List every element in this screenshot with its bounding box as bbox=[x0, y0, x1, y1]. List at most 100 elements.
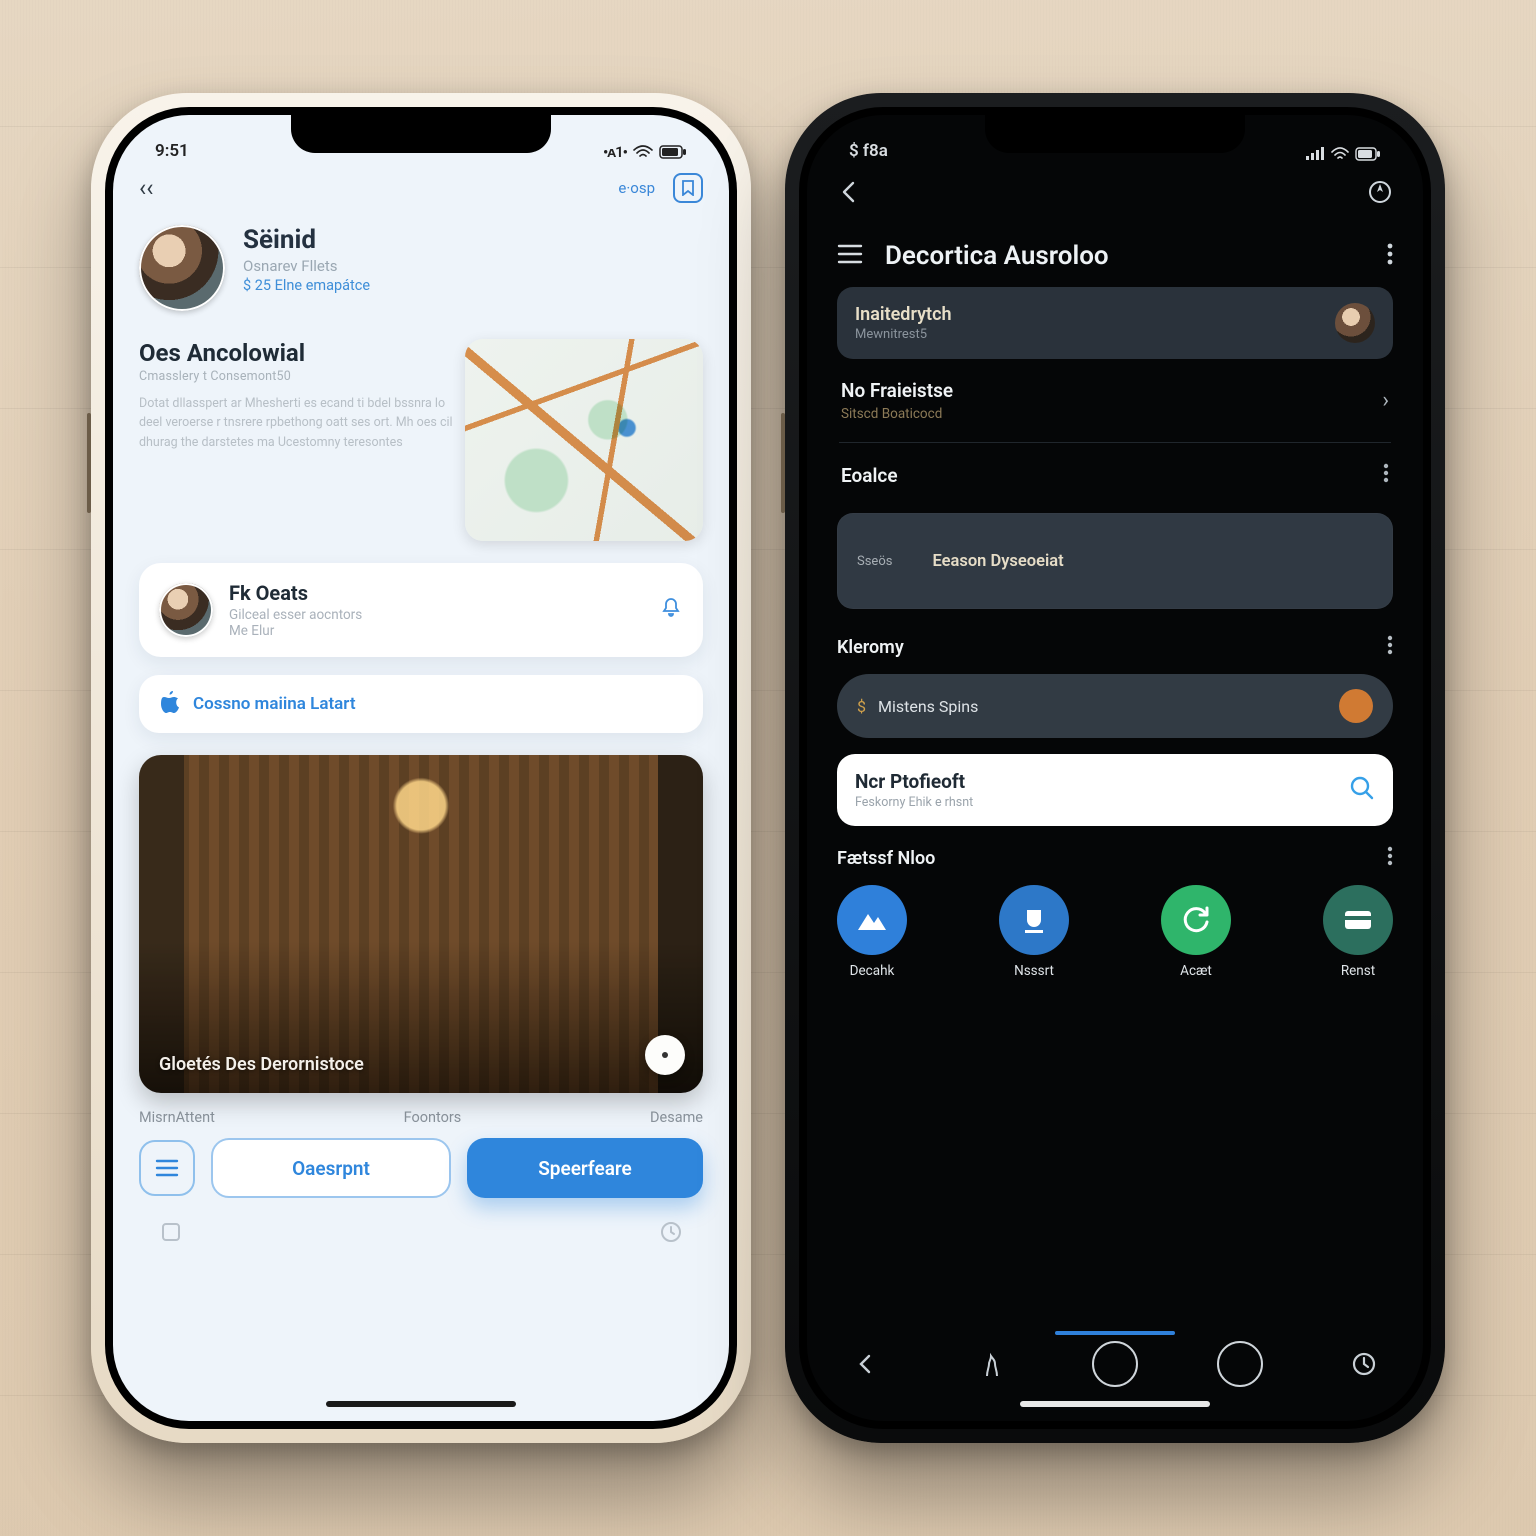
tab-circle[interactable] bbox=[1217, 1341, 1263, 1387]
signal-icon bbox=[1305, 147, 1325, 161]
quick-actions: Decahk Nsssrt Acæt bbox=[837, 885, 1393, 979]
quick-action-label: Acæt bbox=[1180, 963, 1212, 979]
top-link[interactable]: e·osp bbox=[618, 179, 655, 197]
bookmark-icon[interactable] bbox=[673, 173, 703, 203]
phone-dark: $ f8a bbox=[785, 93, 1445, 1443]
mountain-icon bbox=[837, 885, 907, 955]
secondary-button[interactable]: Oaesrpnt bbox=[211, 1138, 451, 1198]
list-item[interactable]: No Fraieistse Sitscd Boaticocd › bbox=[837, 359, 1393, 442]
wifi-icon bbox=[633, 145, 653, 159]
more-icon[interactable] bbox=[1383, 463, 1389, 487]
photo-location-button[interactable] bbox=[645, 1035, 685, 1075]
wifi-icon bbox=[1331, 147, 1349, 161]
back-button[interactable] bbox=[837, 179, 863, 209]
active-tab-indicator bbox=[1055, 1331, 1175, 1335]
notch bbox=[291, 115, 551, 153]
quick-action-label: Decahk bbox=[850, 963, 895, 979]
info-panel-small: Sseös bbox=[857, 554, 892, 569]
compass-icon[interactable] bbox=[1367, 179, 1393, 209]
content: ‹‹ e·osp Sëinid Osnarev Fllets $ 25 Elne… bbox=[113, 173, 729, 1246]
quick-action[interactable]: Nsssrt bbox=[999, 885, 1069, 979]
contact-card-text: Fk Oeats Gilceal esser aocntors Me Elur bbox=[229, 581, 643, 639]
bottom-icon-row bbox=[139, 1218, 703, 1246]
tab-bar bbox=[807, 1341, 1423, 1387]
quick-action[interactable]: Renst bbox=[1323, 885, 1393, 979]
refresh-icon bbox=[1161, 885, 1231, 955]
square-icon[interactable] bbox=[157, 1218, 185, 1246]
profile-meta: $ 25 Elne emapátce bbox=[243, 277, 370, 294]
primary-button[interactable]: Speerfeare bbox=[467, 1138, 703, 1198]
top-bar-actions: e·osp bbox=[618, 173, 703, 203]
page-header: Decortica Ausroloo bbox=[837, 241, 1393, 271]
photo-image bbox=[139, 755, 703, 1093]
profile-name: Sëinid bbox=[243, 225, 370, 255]
avatar[interactable] bbox=[139, 225, 225, 311]
card-icon bbox=[1323, 885, 1393, 955]
link-card[interactable]: Cossno maiina Latart bbox=[139, 675, 703, 733]
battery-icon bbox=[1355, 147, 1381, 161]
quick-action[interactable]: Acæt bbox=[1161, 885, 1231, 979]
chevron-right-icon: › bbox=[1382, 388, 1389, 413]
footer-labels: MisrnAttent Foontors Desame bbox=[139, 1109, 703, 1126]
more-icon[interactable] bbox=[1387, 635, 1393, 660]
tab-center[interactable] bbox=[1092, 1341, 1138, 1387]
section-title: Kleromy bbox=[837, 637, 904, 658]
profile-header: Sëinid Osnarev Fllets $ 25 Elne emapátce bbox=[139, 225, 703, 311]
footer-label-left: MisrnAttent bbox=[139, 1109, 215, 1126]
member-chip-text: Inaitedrytch Mewnitrest5 bbox=[855, 304, 952, 342]
contact-card-title: Fk Oeats bbox=[229, 581, 643, 605]
more-icon[interactable] bbox=[1387, 846, 1393, 871]
menu-button[interactable] bbox=[139, 1140, 195, 1196]
section-title: Fætssf Nloo bbox=[837, 848, 935, 869]
phone-light: 9:51 •ᴀ1• ‹‹ e·osp bbox=[91, 93, 751, 1443]
tab-clock[interactable] bbox=[1341, 1341, 1387, 1387]
back-button[interactable]: ‹‹ bbox=[139, 174, 153, 202]
photo-caption: Gloetés Des Derornistoce bbox=[159, 1054, 364, 1075]
member-chip-sub: Mewnitrest5 bbox=[855, 327, 952, 342]
page-title: Decortica Ausroloo bbox=[885, 241, 1109, 271]
avatar-small bbox=[1335, 303, 1375, 343]
contact-card[interactable]: Fk Oeats Gilceal esser aocntors Me Elur bbox=[139, 563, 703, 657]
photo-card[interactable]: Gloetés Des Derornistoce bbox=[139, 755, 703, 1093]
member-chip[interactable]: Inaitedrytch Mewnitrest5 bbox=[837, 287, 1393, 359]
list-item[interactable]: Eoalce bbox=[837, 443, 1393, 507]
quick-action-label: Renst bbox=[1341, 963, 1375, 979]
info-panel[interactable]: Sseös Eeason Dyseoeiat bbox=[837, 513, 1393, 609]
status-icons bbox=[1305, 147, 1381, 161]
cup-icon bbox=[999, 885, 1069, 955]
apple-icon bbox=[159, 691, 179, 717]
search-card-title: Ncr Ptofieoft bbox=[855, 770, 973, 793]
screen-dark: $ f8a bbox=[807, 115, 1423, 1421]
search-card[interactable]: Ncr Ptofieoft Feskorny Ehik e rhsnt bbox=[837, 754, 1393, 826]
more-icon[interactable] bbox=[1387, 243, 1393, 269]
section-header: Kleromy bbox=[837, 635, 1393, 660]
home-indicator bbox=[1020, 1401, 1210, 1407]
search-icon[interactable] bbox=[1349, 775, 1375, 805]
list-item-sub: Sitscd Boaticocd bbox=[841, 406, 953, 422]
status-icons: •ᴀ1• bbox=[603, 143, 687, 161]
contact-card-sub1: Gilceal esser aocntors bbox=[229, 607, 643, 623]
section-paragraph: Dotat dllasspert ar Mhesherti es ecand t… bbox=[139, 394, 459, 452]
menu-icon[interactable] bbox=[837, 241, 863, 271]
clock-icon[interactable] bbox=[657, 1218, 685, 1246]
list-item-title: Eoalce bbox=[841, 464, 898, 487]
top-bar bbox=[837, 179, 1393, 209]
footer-label-right: Desame bbox=[650, 1109, 703, 1126]
tab-back[interactable] bbox=[843, 1341, 889, 1387]
status-carrier: •ᴀ1• bbox=[603, 143, 627, 161]
bell-icon[interactable] bbox=[659, 596, 683, 624]
tab-activity[interactable] bbox=[968, 1341, 1014, 1387]
search-card-sub: Feskorny Ehik e rhsnt bbox=[855, 795, 973, 810]
content: Decortica Ausroloo Inaitedrytch Mewnitre… bbox=[807, 179, 1423, 979]
avatar-small bbox=[159, 583, 213, 637]
contact-card-sub2: Me Elur bbox=[229, 623, 643, 639]
map-thumbnail[interactable] bbox=[465, 339, 703, 541]
badge-icon bbox=[1339, 689, 1373, 723]
info-panel-mid: Eeason Dyseoeiat bbox=[932, 552, 1063, 571]
link-card-label: Cossno maiina Latart bbox=[193, 694, 356, 714]
quick-action[interactable]: Decahk bbox=[837, 885, 907, 979]
token-pill-label: Mistens Spins bbox=[878, 697, 978, 716]
screen-light: 9:51 •ᴀ1• ‹‹ e·osp bbox=[113, 115, 729, 1421]
section-header: Oes Ancolowial Cmasslery t Consemont50 D… bbox=[139, 339, 703, 541]
token-pill[interactable]: $ Mistens Spins bbox=[837, 674, 1393, 738]
